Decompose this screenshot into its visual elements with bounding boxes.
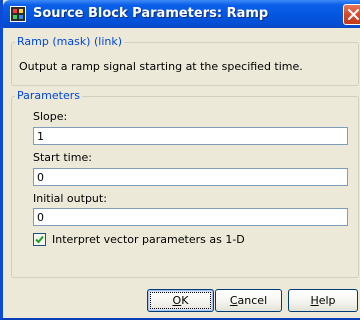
help-mnemonic: H [310,294,319,307]
initial-output-input[interactable] [33,208,348,226]
description-group-legend: Ramp (mask) (link) [15,35,125,48]
slope-input[interactable] [33,127,348,145]
window-title: Source Block Parameters: Ramp [33,6,269,21]
help-button[interactable]: Help [288,289,358,312]
help-label-rest: elp [318,294,336,307]
description-text: Output a ramp signal starting at the spe… [19,60,303,73]
ok-button[interactable]: OK [147,289,214,312]
parameters-group [11,96,359,278]
cancel-mnemonic: C [229,294,238,307]
ok-label-rest: K [181,294,189,307]
cancel-label-rest: ancel [237,294,268,307]
interpret-vector-checkbox[interactable] [33,233,46,246]
dialog-window: Source Block Parameters: Ramp Ramp (mask… [0,0,360,320]
start-time-label: Start time: [33,151,92,164]
app-icon [10,6,26,22]
start-time-input[interactable] [33,168,348,186]
cancel-button[interactable]: Cancel [215,289,282,312]
slope-label: Slope: [33,110,68,123]
title-bar[interactable]: Source Block Parameters: Ramp [3,0,360,28]
initial-output-label: Initial output: [33,192,107,205]
interpret-vector-label[interactable]: Interpret vector parameters as 1-D [52,233,245,246]
parameters-group-legend: Parameters [15,89,82,102]
close-button[interactable] [343,4,360,25]
close-icon [348,9,359,20]
checkmark-icon [35,235,44,244]
ok-mnemonic: O [172,294,182,307]
